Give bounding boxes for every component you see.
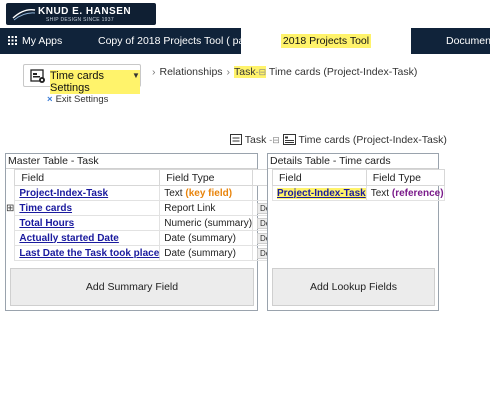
field-type-cell: Date (summary) xyxy=(159,230,254,246)
field-type: Date (summary) xyxy=(164,232,236,244)
field-link[interactable]: Time cards xyxy=(19,203,72,214)
breadcrumb-relationships[interactable]: Relationships xyxy=(160,66,223,78)
field-link[interactable]: Actually started Date xyxy=(19,233,118,244)
expand-cell xyxy=(6,246,15,261)
tab-label: Copy of 2018 Projects Tool ( par... xyxy=(98,35,256,47)
field-link[interactable]: Project-Index-Task xyxy=(277,187,366,199)
table-row: Actually started Date Date (summary) Del xyxy=(6,230,277,246)
top-nav: My Apps Copy of 2018 Projects Tool ( par… xyxy=(0,28,490,54)
reference-badge: (reference) xyxy=(391,187,444,199)
close-icon: × xyxy=(47,94,53,105)
table-row: ⊞ Time cards Report Link Del xyxy=(6,200,277,216)
table-row: Last Date the Task took place Date (summ… xyxy=(6,245,277,261)
logo-name: KNUD E. HANSEN xyxy=(38,6,132,17)
tab-label: 2018 Projects Tool xyxy=(280,34,372,48)
field-cell: Project-Index-Task xyxy=(14,185,161,201)
logo-bar: KNUD E. HANSEN SHIP DESIGN SINCE 1937 xyxy=(0,0,490,28)
table-row: Project-Index-Task Text (reference) xyxy=(272,185,445,201)
field-type: Report Link xyxy=(164,202,216,214)
relation-child: Time cards (Project-Index-Task) xyxy=(298,134,447,146)
field-cell: Actually started Date xyxy=(14,230,161,246)
table-row: Project-Index-Task Text (key field) xyxy=(6,185,277,201)
field-cell: Total Hours xyxy=(14,215,161,231)
master-table-panel: Master Table - Task Field Field Type Pro… xyxy=(5,153,277,311)
report-settings-icon xyxy=(30,69,45,83)
field-cell: Project-Index-Task xyxy=(272,185,367,201)
expand-cell xyxy=(6,231,15,246)
field-type-cell: Numeric (summary) xyxy=(159,215,254,231)
relation-parent: Task xyxy=(244,134,267,146)
table-icon xyxy=(230,134,242,145)
field-link[interactable]: Last Date the Task took place xyxy=(19,248,159,259)
master-table-title: Master Table - Task xyxy=(6,154,257,169)
breadcrumb-separator: › xyxy=(226,66,231,78)
link-icon: -⊟ xyxy=(255,67,267,77)
tab-documents[interactable]: Documents xyxy=(446,28,490,54)
expand-cell xyxy=(6,186,15,201)
add-summary-field-button[interactable]: Add Summary Field xyxy=(10,268,254,306)
field-type: Text xyxy=(164,187,186,199)
field-type: Date (summary) xyxy=(164,247,236,259)
column-header-field-type: Field Type xyxy=(365,169,445,186)
table-header-row: Field Field Type xyxy=(272,169,445,186)
relationship-header: Task -⊟ Time cards (Project-Index-Task) xyxy=(230,134,447,146)
field-link[interactable]: Total Hours xyxy=(19,218,74,229)
field-type-cell: Date (summary) xyxy=(159,245,254,261)
column-header-field: Field xyxy=(272,169,367,186)
field-cell: Time cards xyxy=(14,200,161,216)
field-type: Numeric (summary) xyxy=(164,217,253,229)
my-apps-button[interactable]: My Apps xyxy=(8,28,62,54)
chevron-down-icon: ▼ xyxy=(132,71,140,80)
report-icon xyxy=(282,134,296,145)
tab-label: Documents xyxy=(446,35,490,47)
breadcrumb-separator: › xyxy=(152,66,156,78)
field-link[interactable]: Project-Index-Task xyxy=(19,188,108,199)
field-cell: Last Date the Task took place xyxy=(14,245,161,261)
company-logo[interactable]: KNUD E. HANSEN SHIP DESIGN SINCE 1937 xyxy=(6,3,156,25)
details-fields-table: Field Field Type Project-Index-Task Text… xyxy=(272,169,445,201)
field-type: Text xyxy=(370,187,392,199)
breadcrumb-task[interactable]: Task-⊟ xyxy=(234,66,267,78)
breadcrumb: › Relationships › Task-⊟ Time cards (Projec… xyxy=(148,66,417,78)
ship-logo-icon xyxy=(12,8,36,21)
master-fields-table: Field Field Type Project-Index-Task Text… xyxy=(6,169,277,261)
field-type-cell: Report Link xyxy=(159,200,254,216)
breadcrumb-time-cards: Time cards (Project-Index-Task) xyxy=(268,66,418,78)
logo-tagline: SHIP DESIGN SINCE 1937 xyxy=(46,17,114,23)
column-header-field: Field xyxy=(14,169,161,186)
breadcrumb-task-label: Task xyxy=(234,66,256,78)
settings-dropdown-button[interactable]: Time cards Settings ▼ xyxy=(23,64,141,94)
expand-column-header xyxy=(6,169,15,186)
field-type-cell: Text (reference) xyxy=(365,185,445,201)
tab-copy-projects-tool[interactable]: Copy of 2018 Projects Tool ( par... xyxy=(98,28,256,54)
exit-settings-link[interactable]: × Exit Settings xyxy=(47,94,108,105)
tab-projects-tool[interactable]: 2018 Projects Tool xyxy=(241,28,411,54)
table-header-row: Field Field Type xyxy=(6,169,277,186)
exit-settings-label: Exit Settings xyxy=(55,94,109,105)
field-type-cell: Text (key field) xyxy=(159,185,254,201)
settings-label: Time cards Settings xyxy=(50,70,140,94)
key-field-badge: (key field) xyxy=(185,187,233,199)
details-table-title: Details Table - Time cards xyxy=(268,154,438,169)
details-table-panel: Details Table - Time cards Field Field T… xyxy=(267,153,445,311)
link-icon: -⊟ xyxy=(269,135,280,145)
grid-icon xyxy=(8,36,17,45)
add-lookup-fields-button[interactable]: Add Lookup Fields xyxy=(272,268,435,306)
my-apps-label: My Apps xyxy=(22,35,63,47)
expand-icon[interactable]: ⊞ xyxy=(6,201,15,216)
table-row: Total Hours Numeric (summary) Del xyxy=(6,215,277,231)
expand-cell xyxy=(6,216,15,231)
column-header-field-type: Field Type xyxy=(159,169,254,186)
